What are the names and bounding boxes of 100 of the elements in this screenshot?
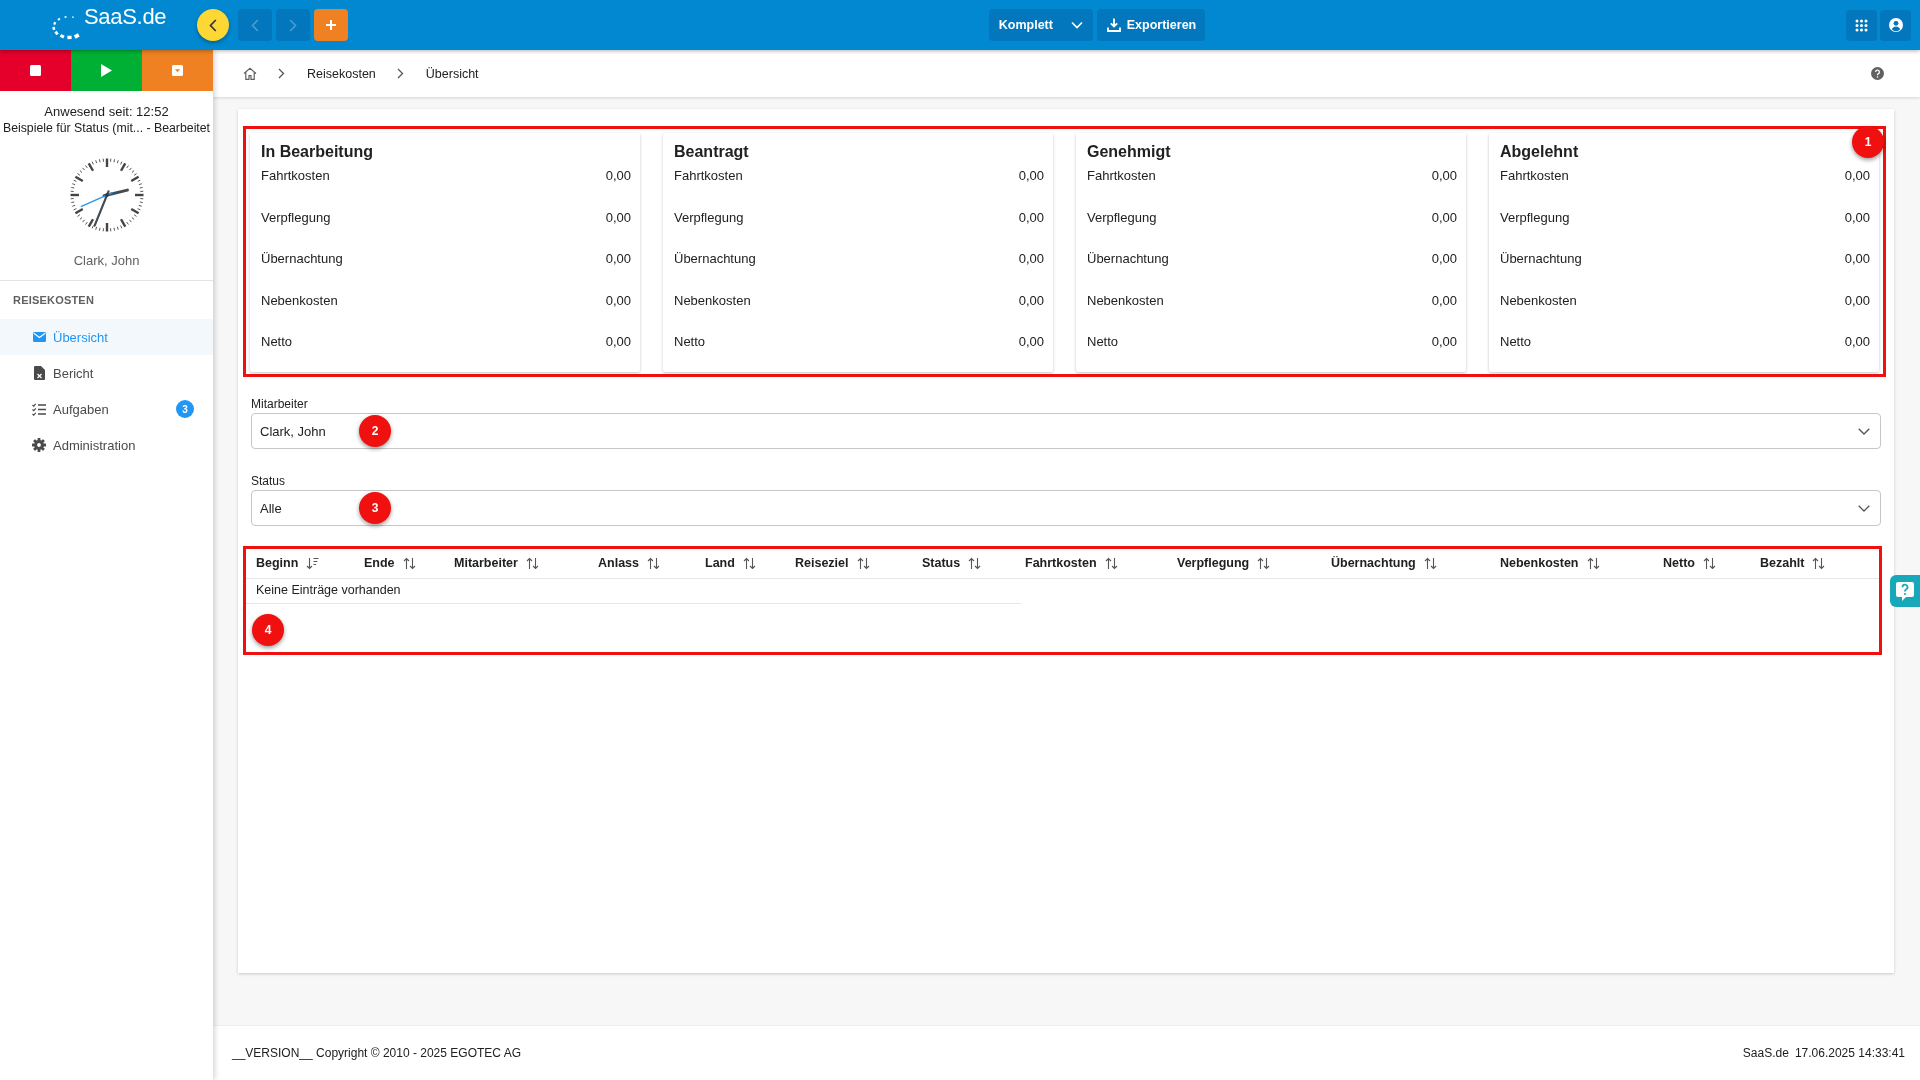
- sidebar-item[interactable]: Bericht: [0, 355, 213, 391]
- chevron-right-icon: [396, 68, 404, 79]
- amount-value: 0,00: [1431, 334, 1457, 350]
- cost-label: Netto: [1500, 334, 1532, 350]
- chevron-right-icon: [278, 68, 285, 79]
- cost-label: Verpflegung: [261, 209, 331, 226]
- site-name: SaaS.de: [1742, 1046, 1789, 1060]
- cost-label: Nebenkosten: [1500, 292, 1577, 309]
- amount-value: 0,00: [1844, 209, 1870, 226]
- field-label: Status: [251, 474, 287, 488]
- amount-value: 0,00: [1844, 251, 1870, 267]
- column-header[interactable]: Ende: [354, 549, 444, 578]
- stop-icon: [30, 65, 41, 76]
- grid-icon: [1855, 18, 1868, 32]
- help-button[interactable]: [1890, 575, 1920, 607]
- view-select[interactable]: Komplett: [988, 9, 1093, 41]
- logo-dots-icon: [52, 15, 82, 41]
- export-button[interactable]: Exportieren: [1096, 9, 1206, 41]
- amount-value: 0,00: [605, 251, 631, 267]
- column-header[interactable]: Verpflegung: [1167, 549, 1321, 578]
- collapse-button[interactable]: [197, 9, 229, 41]
- checklist-icon: [32, 402, 46, 416]
- breadcrumb-current: Übersicht: [425, 66, 479, 81]
- column-header[interactable]: Fahrtkosten: [1015, 549, 1167, 578]
- cost-label: Übernachtung: [1500, 251, 1582, 267]
- amount-value: 0,00: [1844, 334, 1870, 350]
- cost-label: Übernachtung: [1087, 251, 1169, 267]
- status-text: Beispiele für Status (mit... - Bearbeitet: [1, 120, 212, 136]
- play-icon: [101, 64, 112, 77]
- amount-value: 0,00: [1844, 168, 1870, 184]
- amount-value: 0,00: [1431, 168, 1457, 184]
- clock-icon: [68, 157, 145, 233]
- column-header[interactable]: Bezahlt: [1750, 549, 1879, 578]
- column-header[interactable]: Beginn: [246, 549, 354, 578]
- cost-label: Nebenkosten: [674, 292, 751, 309]
- help-icon[interactable]: [1871, 67, 1884, 80]
- column-header[interactable]: Netto: [1653, 549, 1750, 578]
- account-button[interactable]: [1880, 9, 1911, 41]
- add-button[interactable]: [314, 9, 348, 41]
- cost-label: Fahrtkosten: [1500, 168, 1569, 184]
- plus-icon: [325, 19, 337, 31]
- amount-value: 0,00: [605, 334, 631, 350]
- amount-value: 0,00: [1018, 251, 1044, 267]
- chevron-left-icon: [209, 18, 217, 32]
- cost-label: Verpflegung: [1087, 209, 1157, 226]
- column-header[interactable]: Status: [912, 549, 1015, 578]
- download-icon: [1106, 18, 1121, 32]
- amount-value: 0,00: [1431, 251, 1457, 267]
- column-header[interactable]: Nebenkosten: [1490, 549, 1653, 578]
- amount-value: 0,00: [1431, 209, 1457, 226]
- column-header[interactable]: Land: [695, 549, 785, 578]
- stop-button[interactable]: [0, 50, 71, 91]
- cost-label: Übernachtung: [261, 251, 343, 267]
- cost-label: Netto: [261, 334, 293, 350]
- column-header[interactable]: Übernachtung: [1321, 549, 1490, 578]
- cost-label: Übernachtung: [674, 251, 756, 267]
- cost-label: Fahrtkosten: [674, 168, 743, 184]
- dropdown-button[interactable]: [142, 50, 213, 91]
- apps-button[interactable]: [1846, 9, 1877, 41]
- amount-value: 0,00: [605, 209, 631, 226]
- amount-value: 0,00: [605, 168, 631, 184]
- column-header[interactable]: Reiseziel: [785, 549, 912, 578]
- cost-label: Netto: [674, 334, 706, 350]
- chevron-right-icon: [289, 18, 297, 32]
- gear-icon: [32, 438, 46, 452]
- cost-label: Nebenkosten: [261, 292, 338, 309]
- sidebar-item[interactable]: Administration: [0, 427, 213, 463]
- amount-value: 0,00: [1018, 334, 1044, 350]
- home-icon: [243, 67, 257, 80]
- breadcrumb-link[interactable]: Reisekosten: [307, 66, 376, 81]
- annotation-marker: 1: [1852, 126, 1884, 158]
- annotation-marker: 4: [252, 614, 284, 646]
- cost-label: Verpflegung: [1500, 209, 1570, 226]
- amount-value: 0,00: [1431, 292, 1457, 309]
- column-header[interactable]: Anlass: [588, 549, 695, 578]
- amount-value: 0,00: [605, 292, 631, 309]
- card-title: In Bearbeitung: [261, 142, 374, 162]
- account-icon: [1888, 18, 1903, 32]
- cost-label: Fahrtkosten: [261, 168, 330, 184]
- card-title: Beantragt: [674, 142, 750, 162]
- amount-value: 0,00: [1018, 168, 1044, 184]
- amount-value: 0,00: [1844, 292, 1870, 309]
- amount-value: 0,00: [1018, 209, 1044, 226]
- timestamp: 17.06.2025 14:33:41: [1794, 1046, 1905, 1060]
- play-button[interactable]: [71, 50, 142, 91]
- sidebar-item[interactable]: Aufgaben 3: [0, 391, 213, 427]
- cost-label: Verpflegung: [674, 209, 744, 226]
- cost-label: Nebenkosten: [1087, 292, 1164, 309]
- count-badge: 3: [176, 400, 194, 418]
- chevron-down-icon: [1858, 504, 1870, 512]
- user-name: Clark, John: [72, 253, 141, 269]
- column-header[interactable]: Mitarbeiter: [444, 549, 588, 578]
- field-label: Mitarbeiter: [251, 397, 309, 411]
- card-title: Abgelehnt: [1500, 142, 1580, 162]
- section-heading: REISEKOSTEN: [13, 293, 96, 307]
- spreadsheet-file-icon: [33, 366, 45, 380]
- chevron-left-icon: [251, 18, 259, 32]
- card-title: Genehmigt: [1087, 142, 1172, 162]
- amount-value: 0,00: [1018, 292, 1044, 309]
- chevron-down-icon: [1858, 427, 1870, 435]
